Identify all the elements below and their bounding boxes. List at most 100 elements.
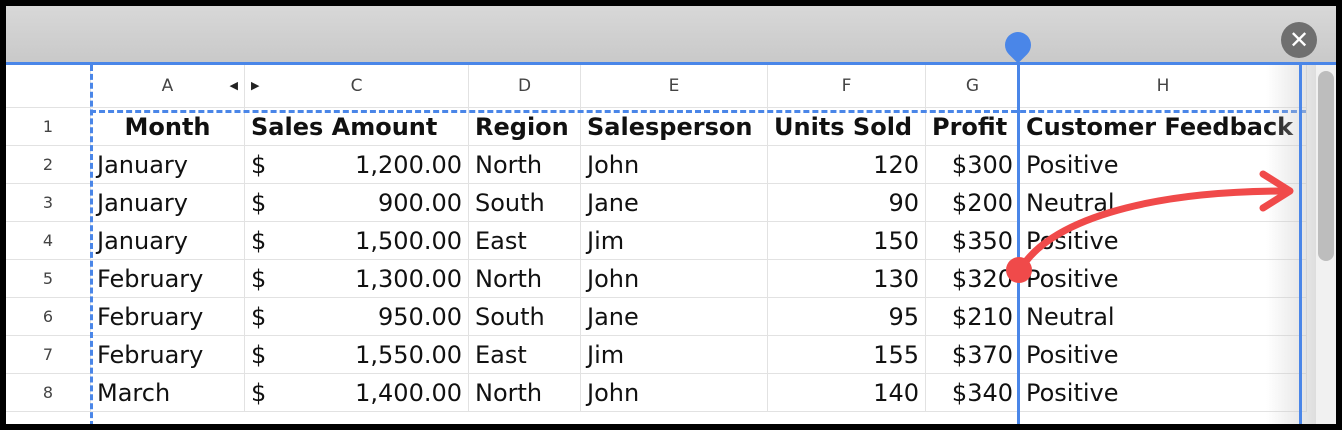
cell-month[interactable]: March <box>90 373 245 412</box>
cell-feedback[interactable]: Positive <box>1019 221 1307 260</box>
cell-region[interactable]: South <box>468 297 581 336</box>
row-number[interactable]: 3 <box>6 183 91 222</box>
cell-region[interactable]: South <box>468 183 581 222</box>
row-number[interactable]: 1 <box>6 107 91 146</box>
close-icon[interactable]: ✕ <box>1281 22 1317 58</box>
cell-sales[interactable]: $900.00 <box>244 183 469 222</box>
cell-salesperson[interactable]: John <box>580 373 768 412</box>
cell-profit[interactable]: $320 <box>925 259 1020 298</box>
cell-units[interactable]: 155 <box>767 335 926 374</box>
cell-sales[interactable]: $1,300.00 <box>244 259 469 298</box>
cell-feedback[interactable]: Positive <box>1019 335 1307 374</box>
sales-amount: 1,300.00 <box>355 264 462 293</box>
row-number[interactable]: 7 <box>6 335 91 374</box>
header-cell-region[interactable]: Region <box>468 107 581 146</box>
cell-sales[interactable]: $1,200.00 <box>244 145 469 184</box>
cell-region[interactable]: East <box>468 221 581 260</box>
cell-month[interactable]: February <box>90 297 245 336</box>
column-header-row: A ◀ ▶ C D E F G H <box>6 65 1307 108</box>
cell-month[interactable]: January <box>90 183 245 222</box>
header-cell-feedback[interactable]: Customer Feedback <box>1019 107 1307 146</box>
header-cell-salesperson[interactable]: Salesperson <box>580 107 768 146</box>
cell-units[interactable]: 90 <box>767 183 926 222</box>
currency-symbol: $ <box>251 264 267 293</box>
cell-units[interactable]: 130 <box>767 259 926 298</box>
column-header-d[interactable]: D <box>468 65 581 108</box>
sales-amount: 1,550.00 <box>355 340 462 369</box>
row-number[interactable]: 6 <box>6 297 91 336</box>
row-number[interactable]: 2 <box>6 145 91 184</box>
spreadsheet-grid: A ◀ ▶ C D E F G H 1 Month Sales Amount Reg… <box>6 62 1336 424</box>
column-header-g[interactable]: G <box>925 65 1020 108</box>
cell-profit[interactable]: $210 <box>925 297 1020 336</box>
column-header-e[interactable]: E <box>580 65 768 108</box>
cell-salesperson[interactable]: John <box>580 145 768 184</box>
row-number[interactable]: 4 <box>6 221 91 260</box>
table-row: 4 January $1,500.00 East Jim 150 $350 Positive <box>6 221 1307 260</box>
cell-sales[interactable]: $1,500.00 <box>244 221 469 260</box>
freeze-line[interactable] <box>1017 62 1020 424</box>
cell-salesperson[interactable]: Jane <box>580 297 768 336</box>
currency-symbol: $ <box>251 226 267 255</box>
cell-salesperson[interactable]: John <box>580 259 768 298</box>
cell-profit[interactable]: $350 <box>925 221 1020 260</box>
cell-units[interactable]: 120 <box>767 145 926 184</box>
cell-units[interactable]: 95 <box>767 297 926 336</box>
cell-profit[interactable]: $370 <box>925 335 1020 374</box>
cell-salesperson[interactable]: Jane <box>580 183 768 222</box>
cell-region[interactable]: North <box>468 259 581 298</box>
sales-amount: 950.00 <box>378 302 462 331</box>
column-header-a[interactable]: A ◀ <box>90 65 245 108</box>
table-row: 8 March $1,400.00 North John 140 $340 Positive <box>6 373 1307 412</box>
column-header-f[interactable]: F <box>767 65 926 108</box>
currency-symbol: $ <box>251 378 267 407</box>
cell-sales[interactable]: $1,400.00 <box>244 373 469 412</box>
currency-symbol: $ <box>251 302 267 331</box>
cell-sales[interactable]: $950.00 <box>244 297 469 336</box>
sales-amount: 1,500.00 <box>355 226 462 255</box>
cell-month[interactable]: January <box>90 221 245 260</box>
header-cell-profit[interactable]: Profit <box>925 107 1020 146</box>
corner-cell[interactable] <box>6 65 91 108</box>
cell-region[interactable]: East <box>468 335 581 374</box>
cell-region[interactable]: North <box>468 373 581 412</box>
header-cell-sales[interactable]: Sales Amount <box>244 107 469 146</box>
cell-feedback[interactable]: Positive <box>1019 259 1307 298</box>
scrollbar-thumb[interactable] <box>1318 71 1334 261</box>
currency-symbol: $ <box>251 188 267 217</box>
cell-units[interactable]: 150 <box>767 221 926 260</box>
header-cell-month[interactable]: Month <box>90 107 245 146</box>
cell-feedback[interactable]: Positive <box>1019 373 1307 412</box>
column-header-c[interactable]: ▶ C <box>244 65 469 108</box>
table-row: 7 February $1,550.00 East Jim 155 $370 Positive <box>6 335 1307 374</box>
table-row: 6 February $950.00 South Jane 95 $210 Neutral <box>6 297 1307 336</box>
cell-profit[interactable]: $340 <box>925 373 1020 412</box>
cell-profit[interactable]: $200 <box>925 183 1020 222</box>
sales-amount: 900.00 <box>378 188 462 217</box>
cell-month[interactable]: January <box>90 145 245 184</box>
spreadsheet-window: ✕ A ◀ ▶ C D E F G H 1 Month Sales Amount… <box>6 6 1336 424</box>
cell-region[interactable]: North <box>468 145 581 184</box>
cell-feedback[interactable]: Neutral <box>1019 183 1307 222</box>
cell-month[interactable]: February <box>90 335 245 374</box>
cell-profit[interactable]: $300 <box>925 145 1020 184</box>
table-row: 2 January $1,200.00 North John 120 $300 Positiv… <box>6 145 1307 184</box>
cell-feedback[interactable]: Neutral <box>1019 297 1307 336</box>
cell-month[interactable]: February <box>90 259 245 298</box>
collapse-left-icon[interactable]: ◀ <box>230 79 238 92</box>
scroll-shadow <box>1266 65 1316 424</box>
table-row: 3 January $900.00 South Jane 90 $200 Neutral <box>6 183 1307 222</box>
header-cell-units[interactable]: Units Sold <box>767 107 926 146</box>
column-header-h[interactable]: H <box>1019 65 1307 108</box>
cell-feedback[interactable]: Positive <box>1019 145 1307 184</box>
freeze-line-target <box>1299 62 1302 424</box>
cell-salesperson[interactable]: Jim <box>580 221 768 260</box>
row-number[interactable]: 8 <box>6 373 91 412</box>
expand-right-icon[interactable]: ▶ <box>251 79 259 92</box>
row-number[interactable]: 5 <box>6 259 91 298</box>
cell-sales[interactable]: $1,550.00 <box>244 335 469 374</box>
cell-salesperson[interactable]: Jim <box>580 335 768 374</box>
cell-units[interactable]: 140 <box>767 373 926 412</box>
toolbar <box>6 6 1336 62</box>
data-table: A ◀ ▶ C D E F G H 1 Month Sales Amount Reg… <box>6 65 1307 412</box>
